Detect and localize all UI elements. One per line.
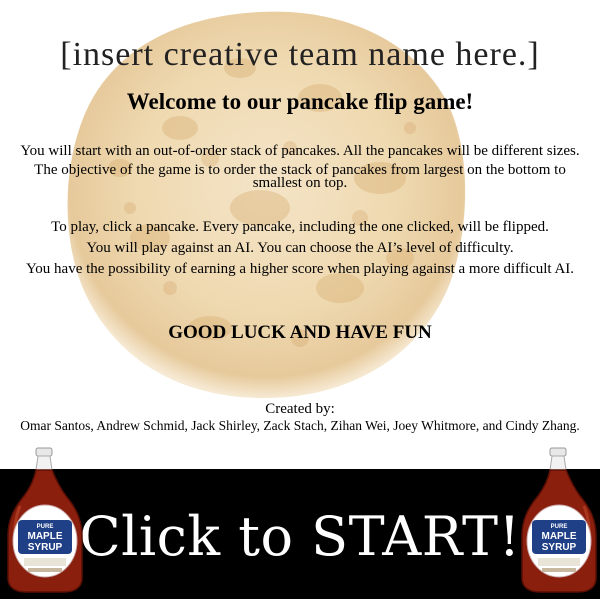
intro-paragraph-ai: You will play against an AI. You can cho… xyxy=(86,240,514,256)
welcome-heading: Welcome to our pancake flip game! xyxy=(126,89,474,114)
bottle-label-text: SYRUP xyxy=(542,542,577,553)
start-button[interactable]: Click to START! xyxy=(0,469,600,599)
bottle-label-text: PURE xyxy=(37,524,54,530)
bottle-label-text: SYRUP xyxy=(28,542,63,553)
credits-label: Created by: xyxy=(265,401,335,417)
good-luck-heading: GOOD LUCK AND HAVE FUN xyxy=(168,322,432,343)
intro-paragraph-stack: You will start with an out-of-order stac… xyxy=(20,143,580,159)
team-name-title: [insert creative team name here.] xyxy=(60,36,540,73)
bottle-label-text: MAPLE xyxy=(542,531,577,542)
bottle-label-text: PURE xyxy=(551,524,568,530)
maple-syrup-bottle-icon: PURE MAPLE SYRUP xyxy=(7,447,83,593)
intro-paragraph-how-to-play: To play, click a pancake. Every pancake,… xyxy=(51,219,549,235)
intro-paragraph-objective: The objective of the game is to order th… xyxy=(34,162,566,191)
start-button-label: Click to START! xyxy=(79,504,521,568)
bottle-label-text: MAPLE xyxy=(28,531,63,542)
intro-paragraph-score: You have the possibility of earning a hi… xyxy=(25,261,575,277)
credits-authors: Omar Santos, Andrew Schmid, Jack Shirley… xyxy=(20,418,580,433)
maple-syrup-bottle-icon: PURE MAPLE SYRUP xyxy=(521,447,597,593)
game-intro-screen: [insert creative team name here.] Welcom… xyxy=(0,0,600,603)
